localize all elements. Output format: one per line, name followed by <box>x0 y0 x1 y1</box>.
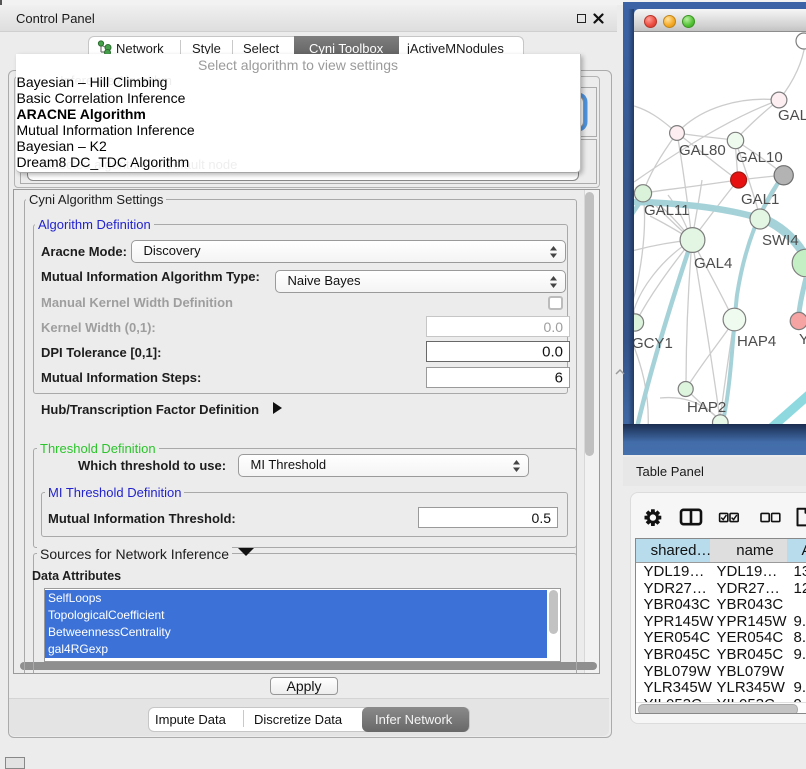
svg-text:HAP2: HAP2 <box>687 399 726 416</box>
svg-text:GAL2: GAL2 <box>778 107 806 124</box>
svg-text:GCY1: GCY1 <box>634 335 673 352</box>
svg-text:GAL1: GAL1 <box>741 191 779 208</box>
svg-text:GAL80: GAL80 <box>679 142 726 159</box>
svg-text:GAL10: GAL10 <box>736 149 783 166</box>
svg-text:HAP4: HAP4 <box>737 333 776 350</box>
svg-text:GAL11: GAL11 <box>644 202 690 219</box>
svg-text:Y: Y <box>799 331 806 348</box>
svg-text:GAL4: GAL4 <box>694 255 732 272</box>
svg-text:SWI4: SWI4 <box>762 232 799 249</box>
